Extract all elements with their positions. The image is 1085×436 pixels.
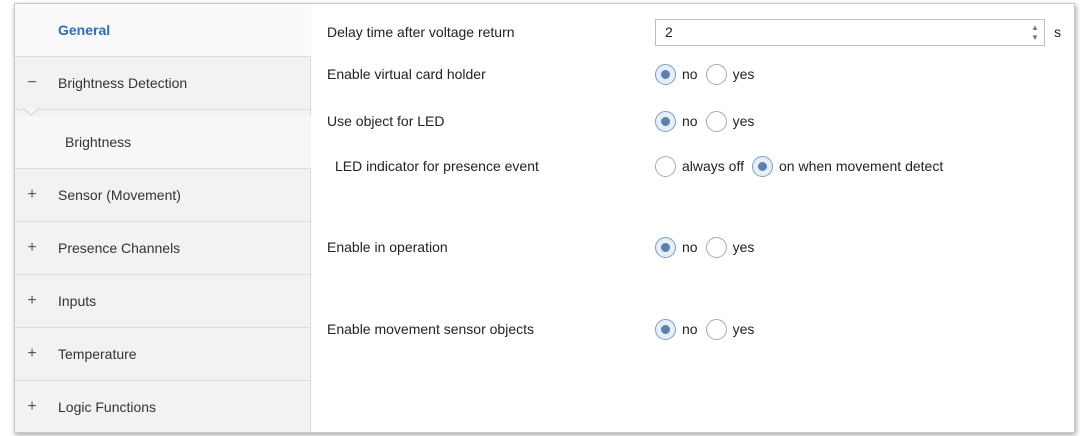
sidebar-item-label: Presence Channels — [58, 240, 181, 256]
sidebar-item-brightness[interactable]: Brightness — [15, 116, 311, 169]
in-operation-radio-group: no yes — [655, 236, 762, 258]
led-object-radio-group: no yes — [655, 110, 762, 132]
sidebar-item-label: Brightness — [65, 134, 132, 150]
param-label: Use object for LED — [327, 113, 445, 129]
radio-checked-icon[interactable] — [655, 63, 676, 85]
tree-notch-icon — [23, 108, 39, 116]
radio-label[interactable]: yes — [733, 113, 755, 129]
param-row-movement-objects: Enable movement sensor objects no yes — [312, 314, 1074, 344]
radio-unchecked-icon[interactable] — [705, 110, 727, 132]
sidebar-item-logic-functions[interactable]: + Logic Functions — [15, 381, 311, 432]
expand-icon[interactable]: + — [25, 345, 39, 363]
param-label: Enable virtual card holder — [327, 66, 486, 82]
radio-label[interactable]: always off — [682, 158, 744, 174]
radio-checked-icon[interactable] — [655, 318, 676, 340]
radio-unchecked-icon[interactable] — [655, 155, 676, 177]
movement-objects-radio-group: no yes — [655, 318, 762, 340]
app-window: General − Brightness Detection Brightnes… — [14, 3, 1075, 433]
radio-label[interactable]: no — [682, 66, 698, 82]
radio-label[interactable]: yes — [733, 66, 755, 82]
led-object-yes-radio[interactable]: yes — [705, 110, 755, 132]
radio-label[interactable]: yes — [733, 321, 755, 337]
param-row-led-indicator: LED indicator for presence event always … — [312, 151, 1074, 181]
in-operation-no-radio[interactable]: no — [655, 236, 698, 258]
in-operation-yes-radio[interactable]: yes — [705, 236, 755, 258]
param-row-delay: Delay time after voltage return 2 ▲ ▼ s — [312, 17, 1074, 47]
radio-unchecked-icon[interactable] — [705, 63, 727, 85]
collapse-icon[interactable]: − — [25, 74, 39, 92]
expand-icon[interactable]: + — [25, 239, 39, 257]
radio-unchecked-icon[interactable] — [705, 236, 727, 258]
delay-unit: s — [1054, 24, 1061, 40]
sidebar-item-general[interactable]: General — [15, 4, 311, 57]
sidebar-item-presence-channels[interactable]: + Presence Channels — [15, 222, 311, 275]
radio-checked-icon[interactable] — [655, 236, 676, 258]
card-holder-yes-radio[interactable]: yes — [705, 63, 755, 85]
delay-value[interactable]: 2 — [656, 24, 673, 40]
sidebar-item-inputs[interactable]: + Inputs — [15, 275, 311, 328]
param-row-card-holder: Enable virtual card holder no yes — [312, 59, 1074, 89]
expand-icon[interactable]: + — [25, 292, 39, 310]
param-label: Delay time after voltage return — [327, 24, 515, 40]
spin-down-icon[interactable]: ▼ — [1031, 33, 1039, 42]
param-row-led-object: Use object for LED no yes — [312, 106, 1074, 136]
led-indicator-on-movement-radio[interactable]: on when movement detect — [752, 155, 943, 177]
expand-icon[interactable]: + — [25, 398, 39, 416]
radio-label[interactable]: no — [682, 113, 698, 129]
sidebar-item-temperature[interactable]: + Temperature — [15, 328, 311, 381]
parameter-panel: Delay time after voltage return 2 ▲ ▼ s … — [312, 4, 1074, 432]
movement-objects-yes-radio[interactable]: yes — [705, 318, 755, 340]
sidebar: General − Brightness Detection Brightnes… — [15, 4, 311, 432]
sidebar-item-sensor-movement[interactable]: + Sensor (Movement) — [15, 169, 311, 222]
sidebar-item-label: General — [58, 22, 111, 38]
sidebar-item-label: Brightness Detection — [58, 75, 188, 91]
radio-label[interactable]: no — [682, 321, 698, 337]
param-label: Enable in operation — [327, 239, 448, 255]
led-indicator-radio-group: always off on when movement detect — [655, 155, 951, 177]
radio-checked-icon[interactable] — [752, 155, 773, 177]
delay-spinbox[interactable]: 2 ▲ ▼ — [655, 18, 1045, 46]
sidebar-item-brightness-detection[interactable]: − Brightness Detection — [15, 57, 311, 110]
spin-arrows[interactable]: ▲ ▼ — [1030, 23, 1040, 42]
sidebar-item-label: Temperature — [58, 346, 137, 362]
param-label: Enable movement sensor objects — [327, 321, 534, 337]
sidebar-item-label: Sensor (Movement) — [58, 187, 181, 203]
led-object-no-radio[interactable]: no — [655, 110, 698, 132]
param-row-in-operation: Enable in operation no yes — [312, 232, 1074, 262]
movement-objects-no-radio[interactable]: no — [655, 318, 698, 340]
card-holder-radio-group: no yes — [655, 63, 762, 85]
sidebar-item-label: Logic Functions — [58, 399, 157, 415]
radio-label[interactable]: yes — [733, 239, 755, 255]
radio-label[interactable]: on when movement detect — [779, 158, 943, 174]
radio-unchecked-icon[interactable] — [705, 318, 727, 340]
expand-icon[interactable]: + — [25, 186, 39, 204]
radio-label[interactable]: no — [682, 239, 698, 255]
sidebar-item-label: Inputs — [58, 293, 97, 309]
radio-checked-icon[interactable] — [655, 110, 676, 132]
delay-control: 2 ▲ ▼ s — [655, 18, 1061, 46]
param-label: LED indicator for presence event — [335, 158, 539, 174]
card-holder-no-radio[interactable]: no — [655, 63, 698, 85]
led-indicator-always-off-radio[interactable]: always off — [655, 155, 744, 177]
spin-up-icon[interactable]: ▲ — [1031, 23, 1039, 32]
